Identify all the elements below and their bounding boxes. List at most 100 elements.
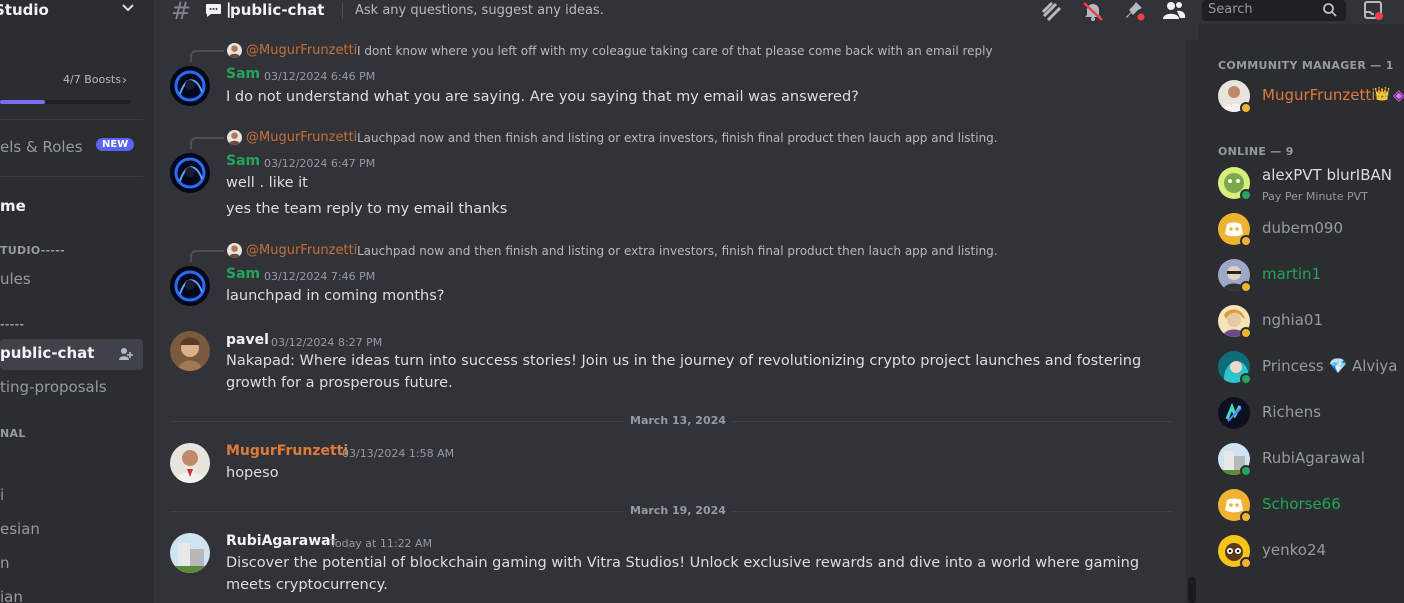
online-status-icon — [1240, 373, 1252, 385]
member-category-manager: COMMUNITY MANAGER — 1 — [1218, 59, 1394, 72]
avatar[interactable] — [170, 66, 210, 106]
timestamp: 03/12/2024 6:46 PM — [264, 70, 376, 83]
sidebar-item-i[interactable]: i — [0, 486, 4, 504]
sidebar-item-n[interactable]: n — [0, 554, 10, 572]
member-name: yenko24 — [1262, 541, 1327, 559]
server-name: Studio — [0, 1, 49, 19]
reply-connector — [190, 137, 224, 149]
boost-count: 4/7 Boosts — [63, 73, 121, 86]
channel-header: # | public-chat Ask any questions, sugge… — [154, 0, 1404, 25]
chat-bubble-icon — [206, 4, 221, 17]
category-studio[interactable]: TUDIO----- — [0, 244, 65, 257]
username[interactable]: Sam — [226, 153, 260, 169]
discord-window: Studio 4/7 Boosts › els & Roles NEW me T… — [0, 0, 1404, 603]
sidebar-item-ian[interactable]: ian — [0, 588, 23, 603]
member-item[interactable]: Richens — [1218, 393, 1404, 433]
member-item[interactable]: dubem090 — [1218, 209, 1404, 249]
reply-mention[interactable]: @MugurFrunzetti — [246, 130, 357, 145]
member-name: nghia01 — [1262, 311, 1323, 329]
message-list: @MugurFrunzetti I dont know where you le… — [154, 24, 1186, 603]
sidebar-item-voting-proposals[interactable]: ting-proposals — [0, 378, 107, 396]
category-dashes[interactable]: ----- — [0, 318, 24, 331]
member-name: Richens — [1262, 403, 1321, 421]
reply-avatar — [227, 243, 242, 258]
username[interactable]: Sam — [226, 66, 260, 82]
server-header[interactable]: Studio — [0, 0, 154, 30]
avatar[interactable] — [170, 266, 210, 306]
member-list: COMMUNITY MANAGER — 1 MugurFrunzetti 👑 ◈… — [1198, 24, 1404, 603]
chevron-down-icon — [122, 4, 134, 12]
message-text: I do not understand what you are saying.… — [226, 89, 859, 105]
timestamp: 03/12/2024 6:47 PM — [264, 157, 376, 170]
reply-mention[interactable]: @MugurFrunzetti — [246, 243, 357, 258]
boost-progress[interactable]: 4/7 Boosts › — [0, 70, 140, 110]
member-item[interactable]: Schorse66 — [1218, 485, 1404, 525]
member-item[interactable]: alexPVT blurIBAN Pay Per Minute PVT — [1218, 163, 1404, 203]
idle-status-icon — [1240, 235, 1252, 247]
timestamp: 03/13/2024 1:58 AM — [342, 447, 455, 460]
avatar[interactable] — [170, 331, 210, 371]
category-nal[interactable]: NAL — [0, 427, 26, 440]
idle-status-icon — [1240, 281, 1252, 293]
username[interactable]: pavel — [226, 332, 269, 348]
sidebar-item-esian[interactable]: esian — [0, 520, 40, 538]
member-list-icon[interactable] — [1162, 0, 1186, 22]
mute-bell-icon[interactable] — [1081, 0, 1105, 22]
chevron-right-icon: › — [122, 73, 127, 87]
crown-icon: 👑 — [1374, 87, 1391, 102]
channel-name: public-chat — [230, 1, 325, 19]
member-item[interactable]: MugurFrunzetti 👑 ◈ — [1218, 76, 1404, 116]
member-item[interactable]: nghia01 — [1218, 301, 1404, 341]
divider — [0, 119, 143, 120]
reply-mention[interactable]: @MugurFrunzetti — [246, 43, 357, 58]
idle-status-icon — [1240, 327, 1252, 339]
username[interactable]: MugurFrunzetti — [226, 443, 348, 459]
online-status-icon — [1240, 189, 1252, 201]
avatar[interactable] — [170, 443, 210, 483]
timestamp: 03/12/2024 8:27 PM — [271, 336, 383, 349]
sidebar-item-public-chat[interactable]: public-chat — [0, 339, 143, 370]
reply-text: Lauchpad now and then finish and listing… — [357, 131, 998, 145]
username[interactable]: Sam — [226, 266, 260, 282]
member-item[interactable]: martin1 — [1218, 255, 1404, 295]
inbox-icon[interactable] — [1362, 0, 1386, 22]
member-item[interactable]: Princess 💎 Alviya — [1218, 347, 1404, 387]
channel-sidebar: Studio 4/7 Boosts › els & Roles NEW me T… — [0, 0, 154, 603]
search-input[interactable]: Search — [1202, 0, 1346, 21]
chat-scrollbar[interactable] — [1186, 40, 1198, 603]
sidebar-item-rules[interactable]: ules — [0, 270, 31, 288]
member-name: dubem090 — [1262, 219, 1344, 237]
member-item[interactable]: yenko24 — [1218, 531, 1404, 571]
sidebar-item-home[interactable]: me — [0, 197, 26, 215]
message-text: Discover the potential of blockchain gam… — [226, 555, 1140, 593]
message-text: well . like it — [226, 175, 308, 191]
reply-text: Lauchpad now and then finish and listing… — [357, 244, 998, 258]
member-item[interactable]: RubiAgarawal — [1218, 439, 1404, 479]
reply-preview[interactable]: @MugurFrunzetti Lauchpad now and then fi… — [154, 128, 1174, 149]
sidebar-item-channels-roles[interactable]: els & Roles — [0, 138, 83, 156]
member-name: alexPVT blurIBAN — [1262, 166, 1392, 184]
member-name: RubiAgarawal — [1262, 449, 1365, 467]
message-text: Nakapad: Where ideas turn into success s… — [226, 353, 1142, 391]
pin-icon[interactable] — [1122, 0, 1146, 22]
divider — [0, 176, 143, 177]
boost-bar — [0, 100, 131, 104]
channel-topic[interactable]: Ask any questions, suggest any ideas. — [355, 3, 604, 18]
scrollbar-thumb[interactable] — [1188, 577, 1196, 603]
threads-icon[interactable] — [1040, 0, 1064, 22]
reply-preview[interactable]: @MugurFrunzetti Lauchpad now and then fi… — [154, 241, 1174, 262]
add-user-icon[interactable] — [118, 346, 134, 362]
idle-status-icon — [1240, 557, 1252, 569]
avatar[interactable] — [170, 153, 210, 193]
search-placeholder: Search — [1208, 2, 1253, 17]
avatar[interactable] — [170, 533, 210, 573]
boost-bar-fill — [0, 100, 45, 104]
reply-connector — [190, 50, 224, 62]
search-icon — [1323, 3, 1337, 17]
username[interactable]: RubiAgarawal — [226, 533, 335, 549]
avatar — [1218, 397, 1250, 429]
timestamp: Today at 11:22 AM — [330, 537, 433, 550]
message-text: hopeso — [226, 465, 279, 481]
reply-preview[interactable]: @MugurFrunzetti I dont know where you le… — [154, 41, 1174, 62]
reply-connector — [190, 250, 224, 262]
